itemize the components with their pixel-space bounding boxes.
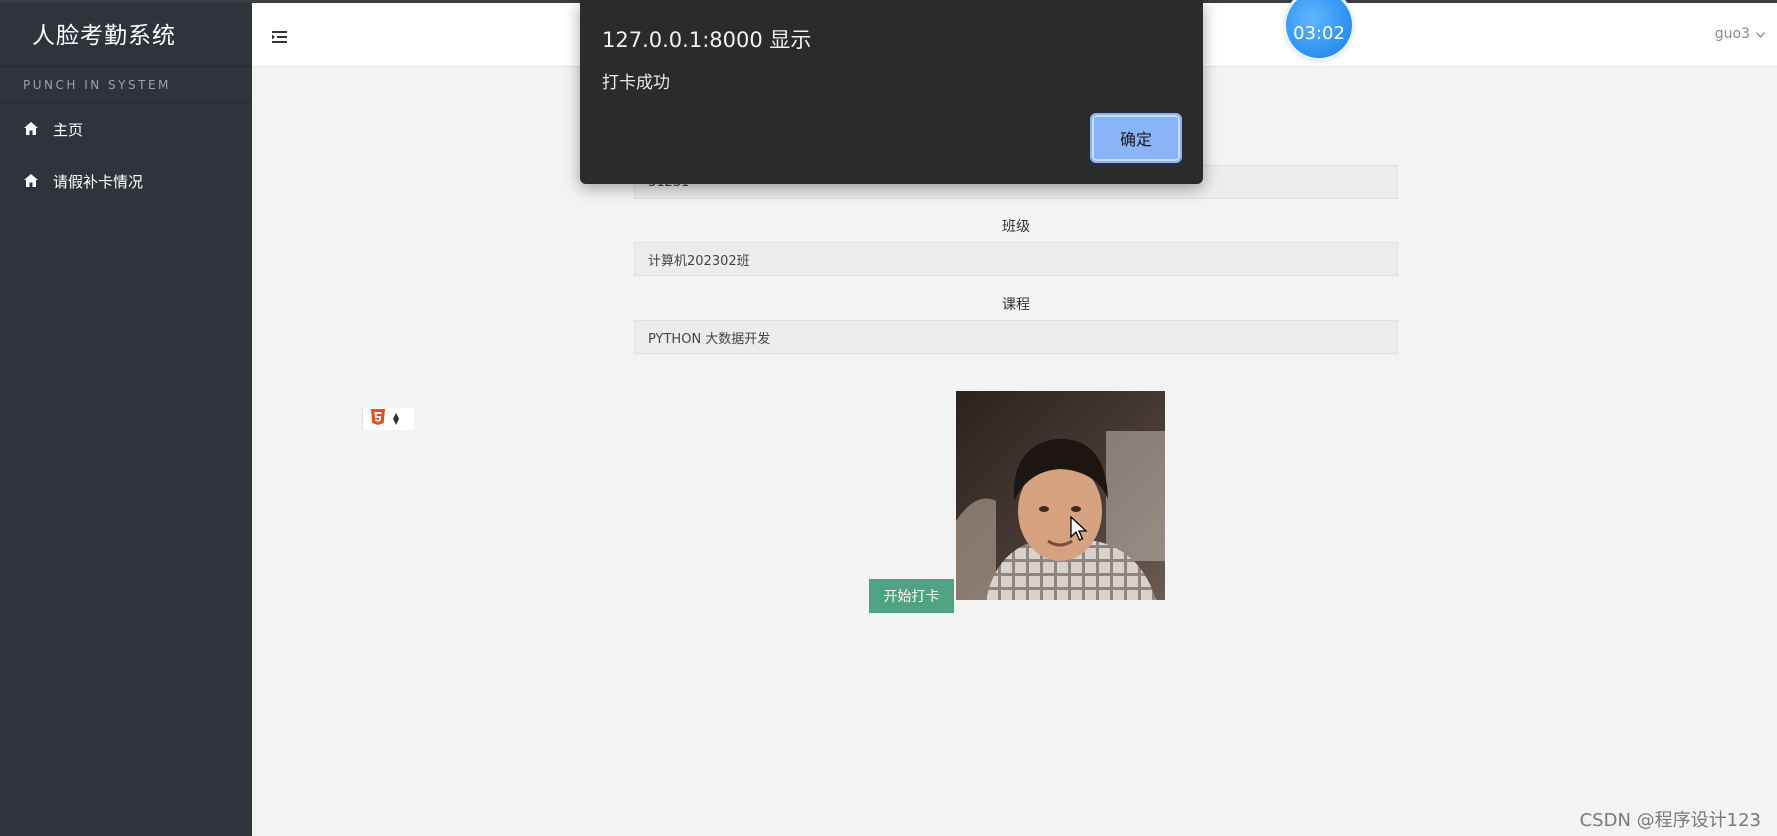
course-label: 课程 — [1002, 297, 1030, 313]
dialog-ok-button[interactable]: 确定 — [1090, 113, 1182, 163]
dialog-message: 打卡成功 — [602, 73, 670, 93]
sidebar-item-label: 请假补卡情况 — [53, 172, 144, 191]
mouse-cursor-icon — [1070, 516, 1088, 541]
dialog-title: 127.0.0.1:8000 显示 — [602, 28, 812, 52]
class-label: 班级 — [1002, 219, 1030, 235]
alert-dialog: 127.0.0.1:8000 显示 打卡成功 确定 — [580, 0, 1203, 184]
html5-extension-widget[interactable]: ▲ ▼ — [362, 408, 414, 430]
sidebar: 人脸考勤系统 PUNCH IN SYSTEM 主页 请假补卡情况 — [0, 0, 252, 836]
watermark: CSDN @程序设计123 — [1579, 810, 1761, 831]
html5-icon — [371, 409, 385, 429]
camera-preview — [956, 391, 1165, 600]
username: guo3 — [1714, 26, 1750, 42]
course-field[interactable]: PYTHON 大数据开发 — [634, 320, 1398, 354]
stepper-arrows-icon[interactable]: ▲ ▼ — [393, 412, 399, 426]
menu-toggle-icon[interactable] — [272, 28, 288, 43]
user-menu[interactable]: guo3 — [1715, 26, 1765, 42]
class-field[interactable]: 计算机202302班 — [634, 242, 1398, 276]
home-icon — [24, 174, 40, 188]
home-icon — [24, 122, 40, 136]
app-brand[interactable]: 人脸考勤系统 — [0, 0, 252, 67]
app-subtitle: PUNCH IN SYSTEM — [0, 67, 252, 103]
camera-frame-image — [956, 391, 1165, 600]
sidebar-item-leave-records[interactable]: 请假补卡情况 — [0, 155, 252, 207]
start-punch-button[interactable]: 开始打卡 — [869, 579, 954, 613]
sidebar-item-home[interactable]: 主页 — [0, 103, 252, 155]
chevron-down-icon — [1756, 26, 1765, 42]
sidebar-item-label: 主页 — [53, 120, 84, 139]
